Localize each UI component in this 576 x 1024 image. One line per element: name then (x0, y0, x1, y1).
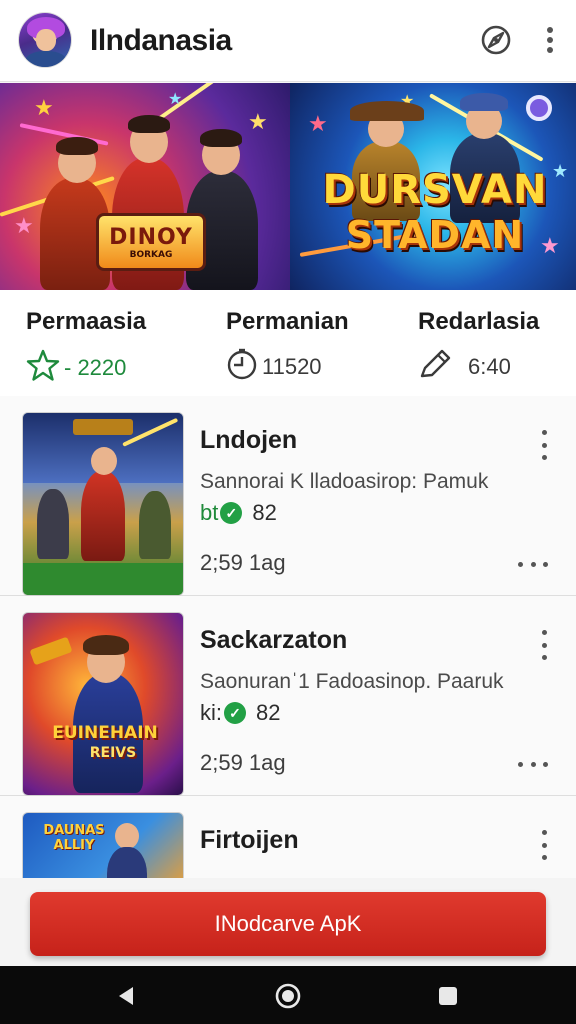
banner-art-right[interactable]: ★ ★ ★ ★ DURSVAN STADAN (290, 83, 576, 290)
featured-banner[interactable]: ★ ★ ★ ★ DINOY BORKAG ★ ★ ★ ★ DURSVAN STA… (0, 83, 576, 290)
rating-prefix: bt (200, 500, 219, 525)
banner-art-left[interactable]: ★ ★ ★ ★ DINOY BORKAG (0, 83, 290, 290)
game-thumbnail[interactable]: DAUNAS ALLIY (22, 812, 184, 878)
stat-redarlasia[interactable]: Redarlasia 6:40 (418, 308, 539, 385)
stat-label: Permaasia (26, 308, 147, 335)
stat-value: - 2220 (64, 354, 127, 380)
banner-logo-left: DINOY BORKAG (96, 213, 206, 271)
verified-check-icon: ✓ (220, 502, 243, 524)
app-title: Ilndanasia (90, 24, 232, 57)
item-menu-icon[interactable] (532, 430, 556, 460)
top-app-bar: Ilndanasia (0, 0, 576, 82)
item-subtitle: Sannorai K lladoasirop: Pamuk (200, 470, 489, 493)
game-thumbnail[interactable] (22, 412, 184, 596)
stat-permaasia[interactable]: Permaasia - 2220 (26, 308, 146, 387)
rating-value: 82 (252, 500, 277, 525)
stats-row: Permaasia - 2220 Permanian 11520 Redarla… (0, 290, 576, 396)
cta-area: INodcarve ApK (0, 878, 576, 966)
item-title: Sackarzaton (200, 626, 348, 654)
compass-icon[interactable] (478, 22, 514, 58)
item-rating: bt ✓ 82 (200, 500, 277, 526)
stat-permanian[interactable]: Permanian 11520 (226, 308, 349, 385)
app-root: Ilndanasia ★ ★ ★ ★ DINOY BORKAG ★ ★ ★ ★ … (0, 0, 576, 1024)
item-more-icon[interactable] (518, 560, 548, 568)
item-more-icon[interactable] (518, 760, 548, 768)
list-item[interactable]: DAUNAS ALLIY Firtoijen (0, 796, 576, 878)
recents-square-icon[interactable] (432, 980, 464, 1012)
home-circle-icon[interactable] (272, 980, 304, 1012)
banner-logo-right: DURSVAN STADAN (322, 167, 548, 257)
thumb-logo-sub: REIVS (89, 745, 137, 761)
list-item[interactable]: EUINEHAIN REIVS Sackarzaton Saonuranˈ1 F… (0, 596, 576, 796)
avatar[interactable] (18, 12, 72, 68)
item-menu-icon[interactable] (532, 630, 556, 660)
thumb-logo: EUINEHAIN (52, 723, 158, 743)
stat-label: Redarlasia (418, 308, 540, 335)
item-time: 2;59 1ag (200, 750, 286, 775)
game-list: Lndojen Sannorai K lladoasirop: Pamuk bt… (0, 396, 576, 878)
item-subtitle: Saonuranˈ1 Fadoasinop. Paaruk (200, 670, 504, 693)
verified-check-icon: ✓ (224, 702, 246, 724)
item-time: 2;59 1ag (200, 550, 286, 575)
back-triangle-icon[interactable] (110, 980, 142, 1012)
item-title: Firtoijen (200, 826, 299, 854)
item-title: Lndojen (200, 426, 298, 454)
rating-prefix: ki: (200, 700, 222, 725)
rating-value: 82 (256, 700, 281, 725)
stat-label: Permanian (226, 308, 349, 335)
pencil-icon (418, 348, 454, 385)
list-item[interactable]: Lndojen Sannorai K lladoasirop: Pamuk bt… (0, 396, 576, 596)
download-apk-button[interactable]: INodcarve ApK (30, 892, 546, 956)
item-rating: ki: ✓ 82 (200, 700, 280, 726)
item-menu-icon[interactable] (532, 830, 556, 860)
game-thumbnail[interactable]: EUINEHAIN REIVS (22, 612, 184, 796)
more-vertical-icon[interactable] (532, 22, 568, 58)
stat-value: 6:40 (468, 353, 511, 379)
system-nav-bar (0, 966, 576, 1024)
stat-value: 11520 (262, 353, 322, 379)
thumb-logo: DAUNAS ALLIY (43, 823, 105, 853)
timer-icon (226, 348, 258, 385)
star-outline-icon (26, 348, 60, 387)
